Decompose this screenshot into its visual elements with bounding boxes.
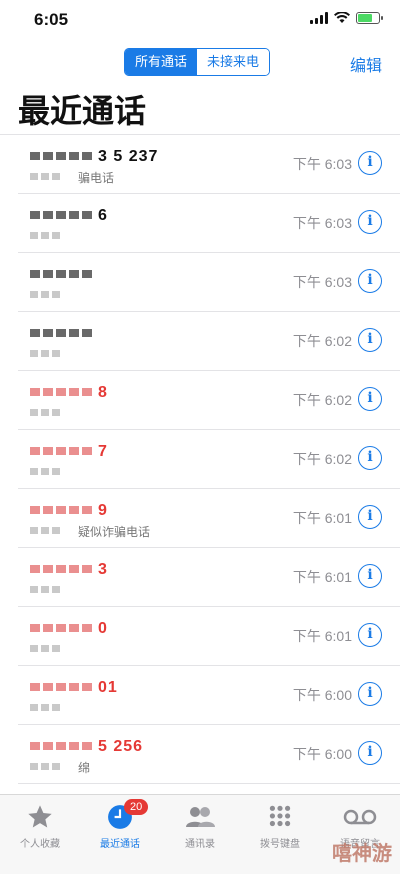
redacted-number	[30, 388, 92, 396]
contacts-icon	[160, 803, 240, 831]
call-row[interactable]: 9 疑似诈骗电话 下午 6:01 i	[18, 489, 400, 548]
call-row[interactable]: 7 下午 6:02 i	[18, 430, 400, 489]
tab-bar: 个人收藏 20 最近通话 通讯录 拨号键盘 语音留言 嘻神游	[0, 794, 400, 874]
call-row[interactable]: 8 下午 6:02 i	[18, 371, 400, 430]
segment-missed-calls[interactable]: 未接来电	[197, 49, 270, 75]
call-time: 下午 6:01	[292, 628, 352, 644]
call-number: 6	[98, 207, 108, 224]
signal-icon	[310, 12, 328, 24]
redacted-label	[30, 291, 60, 298]
tab-contacts[interactable]: 通讯录	[160, 795, 240, 874]
call-time: 下午 6:03	[292, 156, 352, 172]
info-icon[interactable]: i	[358, 151, 382, 175]
call-time: 下午 6:01	[292, 510, 352, 526]
call-row[interactable]: 下午 6:02 i	[18, 312, 400, 371]
redacted-number	[30, 624, 92, 632]
call-time: 下午 6:03	[292, 215, 352, 231]
page-title: 最近通话	[18, 93, 147, 129]
call-row[interactable]: 5 256 绵 下午 6:00 i	[18, 725, 400, 784]
call-label: 绵	[78, 761, 91, 775]
info-icon[interactable]: i	[358, 446, 382, 470]
call-filter-segmented-control[interactable]: 所有通话 未接来电	[124, 48, 271, 76]
call-time: 下午 6:02	[292, 333, 352, 349]
redacted-number	[30, 447, 92, 455]
battery-icon	[356, 12, 383, 24]
star-icon	[0, 803, 80, 831]
tab-favorites[interactable]: 个人收藏	[0, 795, 80, 874]
redacted-number	[30, 152, 92, 160]
info-icon[interactable]: i	[358, 387, 382, 411]
info-icon[interactable]: i	[358, 328, 382, 352]
tab-label: 拨号键盘	[260, 839, 300, 850]
call-label: 骗电话	[78, 171, 115, 185]
tab-keypad[interactable]: 拨号键盘	[240, 795, 320, 874]
call-number: 9	[98, 502, 108, 519]
tab-label: 个人收藏	[20, 839, 60, 850]
call-time: 下午 6:02	[292, 451, 352, 467]
recents-badge: 20	[124, 799, 149, 815]
status-bar: 6:05	[0, 0, 400, 40]
redacted-number	[30, 565, 92, 573]
call-number: 3 5 237	[98, 148, 159, 165]
redacted-label	[30, 586, 60, 593]
edit-button[interactable]: 编辑	[350, 52, 382, 76]
call-time: 下午 6:02	[292, 392, 352, 408]
recent-calls-list: 3 5 237 骗电话 下午 6:03 i 6 下午 6:03 i 下午 6:03 i 下午 6:…	[0, 134, 400, 784]
call-number: 7	[98, 443, 108, 460]
info-icon[interactable]: i	[358, 505, 382, 529]
call-row[interactable]: 3 5 237 骗电话 下午 6:03 i	[18, 135, 400, 194]
call-row[interactable]: 3 下午 6:01 i	[18, 548, 400, 607]
call-row[interactable]: 下午 6:03 i	[18, 253, 400, 312]
info-icon[interactable]: i	[358, 564, 382, 588]
redacted-number	[30, 270, 92, 278]
tab-recents[interactable]: 20 最近通话	[80, 795, 160, 874]
segment-all-calls[interactable]: 所有通话	[125, 49, 198, 75]
voicemail-icon	[320, 803, 400, 831]
call-time: 下午 6:00	[292, 687, 352, 703]
tab-label: 最近通话	[100, 839, 140, 850]
info-icon[interactable]: i	[358, 210, 382, 234]
redacted-label	[30, 527, 60, 534]
info-icon[interactable]: i	[358, 741, 382, 765]
info-icon[interactable]: i	[358, 682, 382, 706]
clock-icon	[80, 803, 160, 831]
redacted-number	[30, 742, 92, 750]
redacted-label	[30, 232, 60, 239]
redacted-label	[30, 763, 60, 770]
tab-label: 通讯录	[185, 839, 215, 850]
redacted-label	[30, 173, 60, 180]
wifi-icon	[334, 12, 350, 23]
call-number: 5 256	[98, 738, 144, 755]
redacted-number	[30, 683, 92, 691]
redacted-label	[30, 645, 60, 652]
keypad-icon	[240, 803, 320, 831]
info-icon[interactable]: i	[358, 269, 382, 293]
redacted-label	[30, 704, 60, 711]
call-number: 01	[98, 679, 118, 696]
redacted-number	[30, 211, 92, 219]
call-row[interactable]: 6 下午 6:03 i	[18, 194, 400, 253]
call-time: 下午 6:01	[292, 569, 352, 585]
call-row[interactable]: 01 下午 6:00 i	[18, 666, 400, 725]
redacted-number	[30, 506, 92, 514]
call-time: 下午 6:00	[292, 746, 352, 762]
redacted-label	[30, 468, 60, 475]
watermark: 嘻神游	[332, 843, 392, 865]
call-label: 疑似诈骗电话	[78, 525, 151, 539]
call-row[interactable]: 0 下午 6:01 i	[18, 607, 400, 666]
call-number: 8	[98, 384, 108, 401]
info-icon[interactable]: i	[358, 623, 382, 647]
call-time: 下午 6:03	[292, 274, 352, 290]
redacted-number	[30, 329, 92, 337]
status-icons	[310, 12, 383, 24]
redacted-label	[30, 350, 60, 357]
redacted-label	[30, 409, 60, 416]
call-number: 3	[98, 561, 108, 578]
call-number: 0	[98, 620, 108, 637]
status-time: 6:05	[34, 10, 69, 29]
